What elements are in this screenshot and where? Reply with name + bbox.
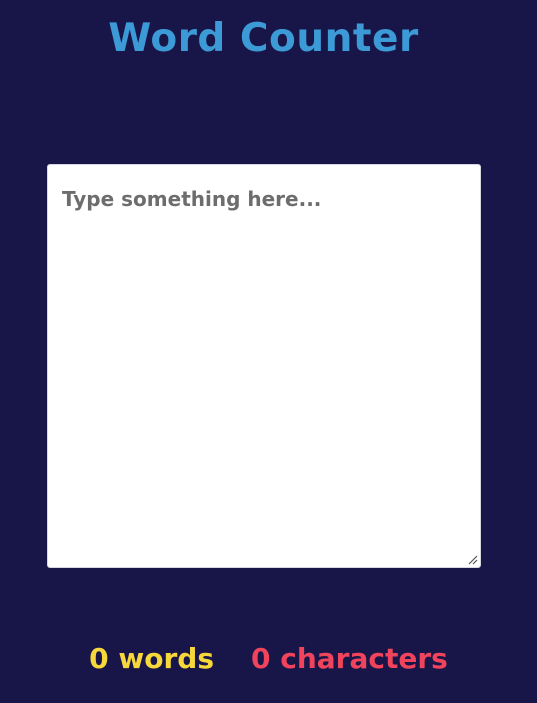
stats-bar: 0 words 0 characters: [0, 640, 537, 678]
text-input[interactable]: [48, 165, 480, 567]
page-title: Word Counter: [108, 16, 419, 61]
word-count-label: words: [118, 642, 215, 675]
resize-grip-icon[interactable]: [466, 553, 478, 565]
word-count-stat: 0 words: [89, 640, 214, 678]
character-count-label: characters: [280, 642, 448, 675]
character-count-value: 0: [251, 642, 271, 675]
character-count-stat: 0 characters: [251, 640, 448, 678]
text-editor-container: [47, 164, 481, 568]
word-count-value: 0: [89, 642, 109, 675]
